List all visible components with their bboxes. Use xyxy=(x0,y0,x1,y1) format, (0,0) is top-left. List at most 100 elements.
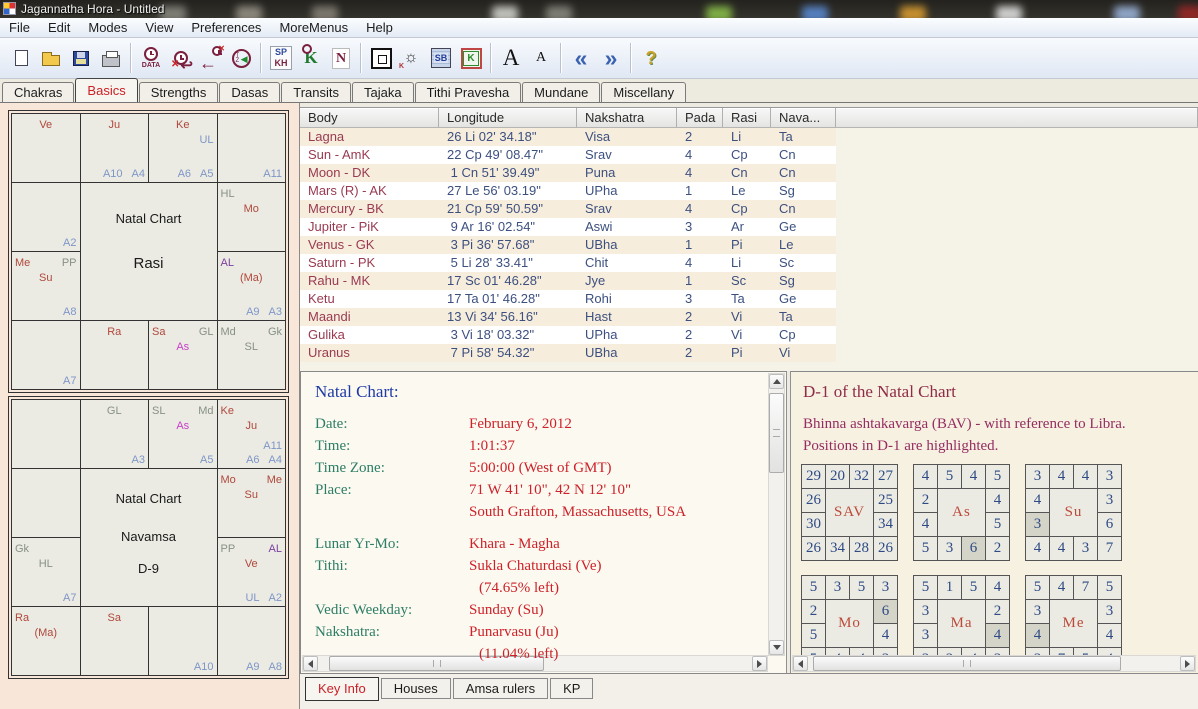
timezone-icon: TZ◀ xyxy=(232,49,251,68)
menu-item-view[interactable]: View xyxy=(136,18,182,38)
menu-item-modes[interactable]: Modes xyxy=(79,18,136,38)
planet-row-ketu[interactable]: Ketu17 Ta 01' 46.28"Rohi3TaGe xyxy=(300,290,836,308)
ke-label: Ke xyxy=(221,404,234,419)
tab-chakras[interactable]: Chakras xyxy=(2,82,74,102)
delete-time-button[interactable]: ✕↩ xyxy=(166,43,196,73)
k-lens-button[interactable]: K xyxy=(296,43,326,73)
navamsa-chart: GLA3SLMdAsA5KeJuA11A6A4MoMeSuGkHLA7PPALV… xyxy=(8,396,289,679)
tab-mundane[interactable]: Mundane xyxy=(522,82,600,102)
rasi-cell-sc: Ra xyxy=(81,321,150,390)
key-info-panel: Natal Chart: Date:February 6, 2012Time:1… xyxy=(300,371,787,673)
key-info-vscrollbar[interactable] xyxy=(768,373,785,656)
menu-item-preferences[interactable]: Preferences xyxy=(182,18,270,38)
bav-su-cell-b0: 4 xyxy=(1026,537,1050,561)
menu-item-edit[interactable]: Edit xyxy=(39,18,79,38)
n-box-button[interactable]: N xyxy=(326,43,356,73)
next-button[interactable]: » xyxy=(596,43,626,73)
planet-row-saturn[interactable]: Saturn - PK 5 Li 28' 33.41"Chit4LiSc xyxy=(300,254,836,272)
tab-key-info[interactable]: Key Info xyxy=(305,677,379,701)
scroll-right-button[interactable] xyxy=(752,656,767,671)
scroll-down-button[interactable] xyxy=(769,640,784,655)
planet-row-gulika[interactable]: Gulika 3 Vi 18' 03.32"UPha2ViCp xyxy=(300,326,836,344)
title-bar[interactable]: Jagannatha Hora - Untitled xyxy=(0,0,1198,18)
scroll-left-button[interactable] xyxy=(303,656,318,671)
planet-row-mars[interactable]: Mars (R) - AK27 Le 56' 03.19"UPha1LeSg xyxy=(300,182,836,200)
vscroll-thumb[interactable] xyxy=(769,393,784,473)
scroll-up-button[interactable] xyxy=(769,374,784,389)
font-small-button[interactable]: A xyxy=(526,43,556,73)
planet-row-uranus[interactable]: Uranus 7 Pi 58' 54.32"UBha2PiVi xyxy=(300,344,836,362)
planet-row-sun[interactable]: Sun - AmK22 Cp 49' 08.47"Srav4CpCn xyxy=(300,146,836,164)
bav-su-cell-b1: 4 xyxy=(1050,537,1074,561)
tab-miscellany[interactable]: Miscellany xyxy=(601,82,686,102)
tab-kp[interactable]: KP xyxy=(550,678,593,699)
planet-row-rahu[interactable]: Rahu - MK17 Sc 01' 46.28"Jye1ScSg xyxy=(300,272,836,290)
help-button[interactable]: ? xyxy=(636,43,666,73)
tab-dasas[interactable]: Dasas xyxy=(219,82,280,102)
bav-hscrollbar[interactable] xyxy=(792,655,1196,672)
tab-transits[interactable]: Transits xyxy=(281,82,351,102)
toolbar-separator xyxy=(630,43,632,73)
column-header-pada[interactable]: Pada xyxy=(677,108,723,127)
scroll-right-button[interactable] xyxy=(1180,656,1195,671)
tab-strengths[interactable]: Strengths xyxy=(139,82,219,102)
k-box-button[interactable]: K xyxy=(456,43,486,73)
tab-amsa-rulers[interactable]: Amsa rulers xyxy=(453,678,548,699)
info-label-tithi: Tithi: xyxy=(315,558,348,575)
planet-row-maandi[interactable]: Maandi13 Vi 34' 56.16"Hast2ViTa xyxy=(300,308,836,326)
open-file-button[interactable] xyxy=(36,43,66,73)
menu-item-file[interactable]: File xyxy=(0,18,39,38)
a9-label: A9 xyxy=(246,306,259,318)
bav-sav-cell-r1: 34 xyxy=(874,513,898,537)
print-button[interactable] xyxy=(96,43,126,73)
column-header-body[interactable]: Body xyxy=(300,108,439,127)
gk-label: Gk xyxy=(268,325,282,340)
save-file-button[interactable] xyxy=(66,43,96,73)
planet-row-lagna[interactable]: Lagna26 Li 02' 34.18"Visa2LiTa xyxy=(300,128,836,146)
birth-data-button[interactable]: DATA xyxy=(136,43,166,73)
sb-grid-button[interactable]: SB xyxy=(426,43,456,73)
rasi-cell-cn: HLMo xyxy=(218,183,287,252)
menu-item-help[interactable]: Help xyxy=(357,18,402,38)
bav-mo-cell-r1: 4 xyxy=(874,624,898,648)
new-file-icon xyxy=(15,50,28,66)
hscroll-thumb[interactable] xyxy=(813,656,1121,671)
info-value-tithi: Sukla Chaturdasi (Ve) xyxy=(469,558,601,575)
planet-row-mercury[interactable]: Mercury - BK21 Cp 59' 50.59"Srav4CpCn xyxy=(300,200,836,218)
new-file-button[interactable] xyxy=(6,43,36,73)
printer-icon xyxy=(102,55,120,67)
chart-grid-button[interactable] xyxy=(366,43,396,73)
sp-kh-button[interactable]: SPKH xyxy=(266,43,296,73)
mo-label: Mo xyxy=(244,202,259,217)
planet-row-jupiter[interactable]: Jupiter - PiK 9 Ar 16' 02.54"Aswi3ArGe xyxy=(300,218,836,236)
navamsa-cell-sg: Ra(Ma) xyxy=(12,607,81,676)
column-header-nakshatra[interactable]: Nakshatra xyxy=(577,108,677,127)
tab-tajaka[interactable]: Tajaka xyxy=(352,82,414,102)
navamsa-title-3: D-9 xyxy=(81,561,217,576)
planet-row-venus[interactable]: Venus - GK 3 Pi 36' 57.68"UBha1PiLe xyxy=(300,236,836,254)
column-header-longitude[interactable]: Longitude xyxy=(439,108,577,127)
tab-tithi-pravesha[interactable]: Tithi Pravesha xyxy=(415,82,522,102)
font-large-button[interactable]: A xyxy=(496,43,526,73)
bav-su-cell-t0: 3 xyxy=(1026,465,1050,489)
timezone-button[interactable]: TZ◀ xyxy=(226,43,256,73)
info-label-place: Place: xyxy=(315,482,352,499)
sun-k-button[interactable]: ☼K xyxy=(396,43,426,73)
chart-panel: VeJuA10A4KeULA6A5A11A2HLMoMePPSuA8AL(Ma)… xyxy=(0,103,299,709)
desktop-blob xyxy=(996,6,1022,18)
navamsa-cell-pi xyxy=(12,400,81,469)
tab-houses[interactable]: Houses xyxy=(381,678,451,699)
bav-su-cell-t3: 3 xyxy=(1098,465,1122,489)
prev-button[interactable]: « xyxy=(566,43,596,73)
reset-time-button[interactable]: ←✕ xyxy=(196,43,226,73)
scroll-left-button[interactable] xyxy=(793,656,808,671)
bav-grid-label-ma: Ma xyxy=(938,600,986,648)
tab-basics[interactable]: Basics xyxy=(75,78,137,102)
bav-me-cell-l0: 3 xyxy=(1026,600,1050,624)
main-tab-strip: ChakrasBasicsStrengthsDasasTransitsTajak… xyxy=(0,79,1198,103)
column-header-nava[interactable]: Nava... xyxy=(771,108,836,127)
column-header-rasi[interactable]: Rasi xyxy=(723,108,771,127)
menu-item-moremenus[interactable]: MoreMenus xyxy=(270,18,357,38)
navamsa-grid: GLA3SLMdAsA5KeJuA11A6A4MoMeSuGkHLA7PPALV… xyxy=(11,399,286,676)
planet-row-moon[interactable]: Moon - DK 1 Cn 51' 39.49"Puna4CnCn xyxy=(300,164,836,182)
